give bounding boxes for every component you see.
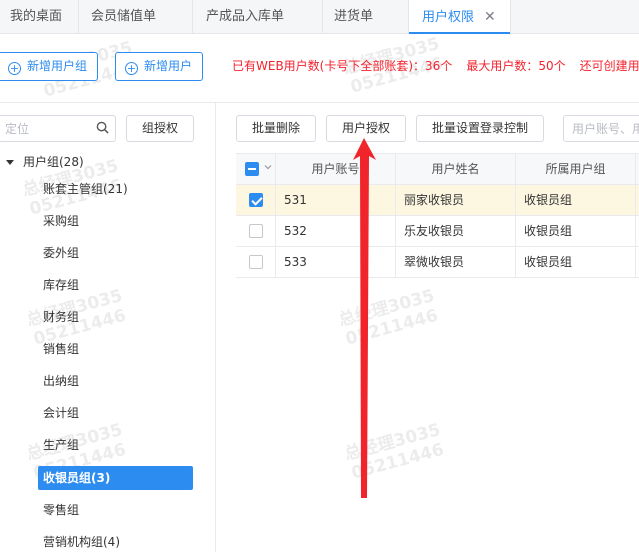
divider (0, 102, 639, 103)
table-row[interactable]: 532 乐友收银员 收银员组 (236, 216, 639, 247)
batch-delete-button[interactable]: 批量删除 (236, 115, 316, 142)
batch-login-control-button[interactable]: 批量设置登录控制 (416, 115, 544, 142)
panel-divider (215, 103, 216, 552)
row-checkbox[interactable] (249, 193, 263, 207)
search-icon[interactable] (96, 121, 109, 134)
cell-group: 收银员组 (516, 247, 636, 277)
table-header-row: 用户账号 用户姓名 所属用户组 (236, 154, 639, 185)
cell-account: 531 (276, 185, 396, 215)
table-row[interactable]: 531 丽家收银员 收银员组 (236, 185, 639, 216)
tree-root-label: 用户组(28) (23, 155, 84, 169)
group-auth-button[interactable]: 组授权 (126, 115, 194, 142)
max-user-count: 最大用户数：50个 (466, 59, 566, 73)
watermark: 总经理303505211446 (336, 285, 441, 350)
row-checkbox[interactable] (249, 255, 263, 269)
cell-name: 乐友收银员 (396, 216, 516, 246)
can-create-text: 还可创建用户 (579, 59, 639, 73)
tab-user-permission[interactable]: 用户权限 ✕ (409, 0, 511, 35)
web-user-count: 已有WEB用户数(卡号下全部账套)：36个 (232, 59, 453, 73)
tab-bar: 我的桌面 会员储值单 产成品入库单 进货单 用户权限 ✕ (0, 0, 639, 35)
locate-input[interactable] (0, 116, 89, 141)
user-search-input[interactable] (564, 116, 639, 141)
tree-item-outsource-group[interactable]: 委外组 (38, 241, 84, 265)
row-select-cell (236, 247, 276, 277)
tab-desktop[interactable]: 我的桌面 (0, 0, 79, 34)
tab-member-deposit[interactable]: 会员储值单 (79, 0, 193, 34)
tab-purchase[interactable]: 进货单 (323, 0, 409, 34)
tree-item-purchase-group[interactable]: 采购组 (38, 209, 84, 233)
tree-item-checkout-group[interactable]: 收银员组(3) (38, 466, 193, 490)
tree-item-production-group[interactable]: 生产组 (38, 433, 84, 457)
header-account[interactable]: 用户账号 (276, 154, 396, 184)
plus-circle-icon: + (125, 62, 138, 75)
tree-item-accounting-group[interactable]: 会计组 (38, 401, 84, 425)
tree-item-supervisor-group[interactable]: 账套主管组(21) (38, 177, 133, 201)
cell-group: 收银员组 (516, 185, 636, 215)
group-locate-search (0, 115, 116, 142)
plus-circle-icon: + (8, 62, 21, 75)
row-select-cell (236, 216, 276, 246)
select-all-cell[interactable] (236, 154, 276, 184)
row-select-cell (236, 185, 276, 215)
row-checkbox[interactable] (249, 224, 263, 238)
user-table: 用户账号 用户姓名 所属用户组 531 丽家收银员 收银员组 532 乐友收银员… (236, 153, 639, 278)
tree-item-marketing-group[interactable]: 营销机构组(4) (38, 530, 125, 552)
table-row[interactable]: 533 翠微收银员 收银员组 (236, 247, 639, 278)
tree-item-inventory-group[interactable]: 库存组 (38, 273, 84, 297)
tree-item-sales-group[interactable]: 销售组 (38, 337, 84, 361)
add-user-button[interactable]: + 新增用户 (115, 52, 204, 81)
tree-item-retail-group[interactable]: 零售组 (38, 498, 84, 522)
user-search-box (563, 115, 639, 142)
cell-account: 533 (276, 247, 396, 277)
header-group[interactable]: 所属用户组 (516, 154, 636, 184)
button-label: 新增用户组 (27, 59, 88, 73)
cell-group: 收银员组 (516, 216, 636, 246)
cell-account: 532 (276, 216, 396, 246)
chevron-down-icon[interactable] (264, 163, 272, 171)
user-auth-button[interactable]: 用户授权 (326, 115, 406, 142)
tree-item-finance-group[interactable]: 财务组 (38, 305, 84, 329)
tree-root-user-group[interactable]: 用户组(28) (6, 153, 84, 170)
header-name[interactable]: 用户姓名 (396, 154, 516, 184)
tab-product-inbound[interactable]: 产成品入库单 (193, 0, 323, 34)
button-label: 新增用户 (144, 59, 193, 73)
add-user-group-button[interactable]: + 新增用户组 (0, 52, 99, 81)
cell-name: 翠微收银员 (396, 247, 516, 277)
watermark: 总经理303505211446 (342, 419, 447, 484)
caret-down-icon[interactable] (6, 160, 14, 165)
tab-label: 用户权限 (422, 10, 475, 25)
user-quota-notice: 已有WEB用户数(卡号下全部账套)：36个最大用户数：50个还可创建用户 (232, 57, 639, 74)
cell-name: 丽家收银员 (396, 185, 516, 215)
close-icon[interactable]: ✕ (484, 0, 496, 34)
select-all-checkbox[interactable] (245, 162, 259, 176)
tree-item-cashier-group[interactable]: 出纳组 (38, 369, 84, 393)
